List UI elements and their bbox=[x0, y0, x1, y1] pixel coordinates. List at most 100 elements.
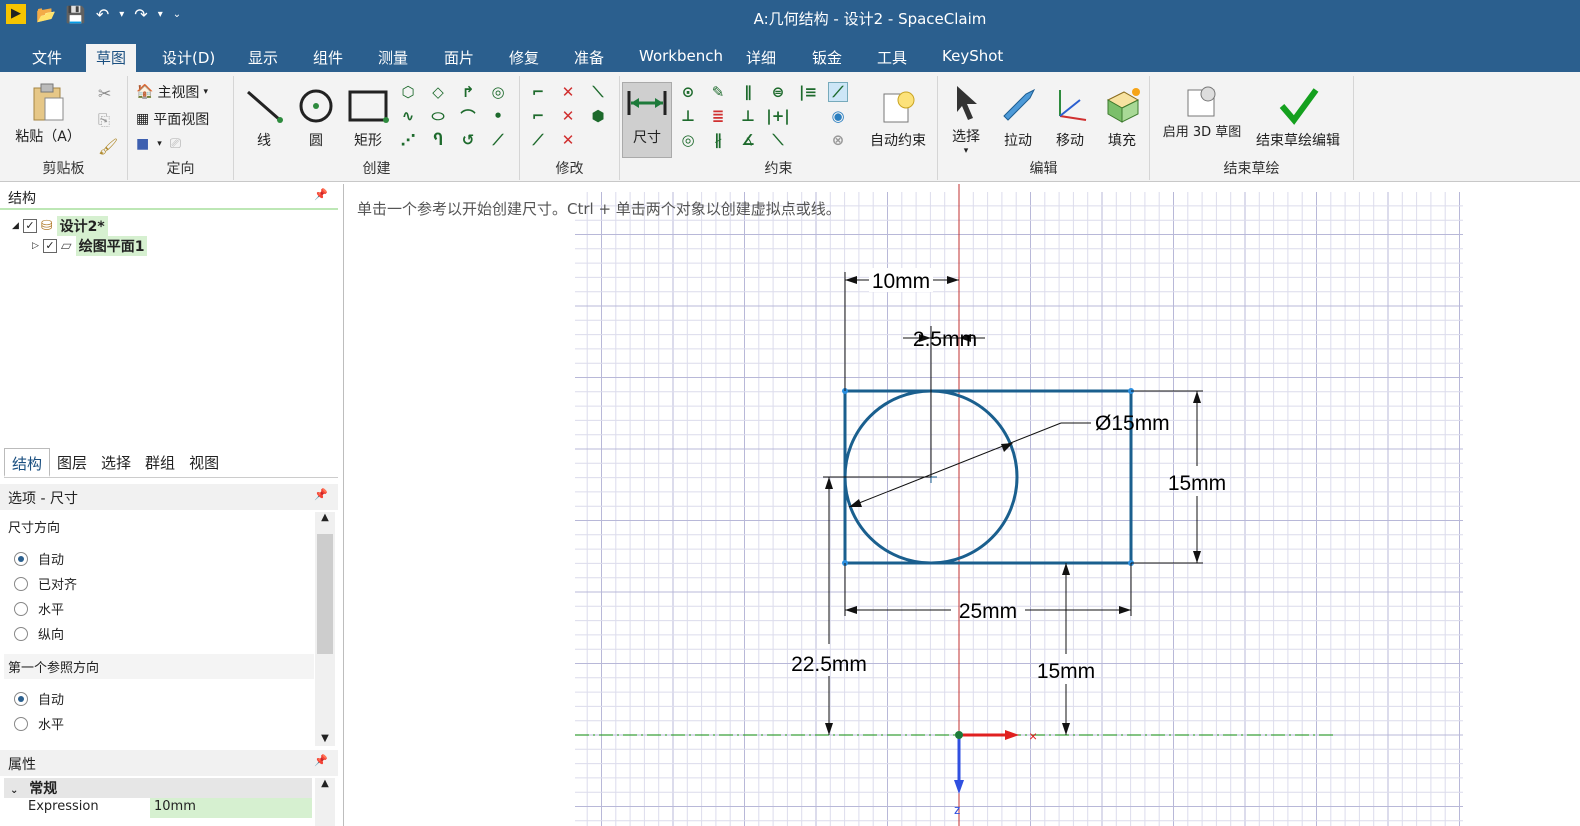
point-icon[interactable]: • bbox=[488, 106, 508, 126]
scroll-up-icon[interactable]: ▲ bbox=[315, 778, 335, 789]
dimension-tool-button[interactable]: 尺寸 bbox=[622, 82, 672, 158]
trim-icon[interactable]: ✕ bbox=[558, 82, 578, 102]
fill-tool-button[interactable]: 填充 bbox=[1100, 86, 1144, 150]
properties-scrollbar[interactable]: ▲ bbox=[315, 778, 335, 826]
panel-tab-3[interactable]: 群组 bbox=[138, 448, 182, 477]
dim-label-10mm[interactable]: 10mm bbox=[872, 270, 930, 293]
perpendicular-constraint-icon[interactable]: ⊥ bbox=[738, 106, 758, 126]
dim-label-22-5mm[interactable]: 22.5mm bbox=[791, 653, 867, 676]
midpoint-constraint-icon[interactable]: |+| bbox=[766, 106, 790, 126]
scroll-up-icon[interactable]: ▲ bbox=[315, 512, 335, 523]
angle-constraint-icon[interactable]: ∡ bbox=[738, 130, 758, 150]
radio-button[interactable] bbox=[14, 551, 28, 566]
scroll-down-icon[interactable]: ▼ bbox=[315, 733, 335, 744]
plan-view-button[interactable]: ▦ 平面视图 bbox=[136, 109, 209, 129]
radio-option[interactable]: 自动 bbox=[14, 689, 64, 708]
pin-icon[interactable]: 📌 bbox=[314, 188, 328, 201]
symmetric-constraint-icon[interactable]: |≡ bbox=[798, 82, 818, 102]
equal-constraint-icon[interactable]: ⊜ bbox=[768, 82, 788, 102]
sketch-canvas[interactable]: 单击一个参考以开始创建尺寸。Ctrl + 单击两个对象以创建虚拟点或线。 10m… bbox=[345, 184, 1580, 826]
move-tool-button[interactable]: 移动 bbox=[1048, 86, 1092, 150]
delete-constraint-icon[interactable]: ⊗ bbox=[828, 130, 848, 150]
bend-icon[interactable]: ⟋ bbox=[528, 130, 548, 150]
select-tool-button[interactable]: 选择 ▾ bbox=[944, 82, 988, 156]
corner-icon[interactable]: ⌐ bbox=[528, 106, 548, 126]
dim-label-height[interactable]: 15mm bbox=[1168, 472, 1226, 495]
offset-curve-icon[interactable]: ⟍ bbox=[588, 82, 608, 102]
create-from-face-icon[interactable]: ⟋ bbox=[488, 130, 508, 150]
tab-9[interactable]: Workbench bbox=[629, 44, 733, 72]
radio-button[interactable] bbox=[14, 626, 28, 641]
scroll-thumb[interactable] bbox=[317, 534, 333, 654]
snap-view-icon[interactable]: ⎚ bbox=[170, 136, 181, 152]
panel-tab-1[interactable]: 图层 bbox=[50, 448, 94, 477]
view-dropdown-icon[interactable]: ▾ bbox=[157, 139, 162, 149]
radio-button[interactable] bbox=[14, 691, 28, 706]
tab-13[interactable]: KeyShot bbox=[932, 44, 1013, 72]
tab-7[interactable]: 修复 bbox=[499, 44, 549, 72]
spline-icon[interactable]: ∿ bbox=[398, 106, 418, 126]
panel-tab-0[interactable]: 结构 bbox=[4, 448, 51, 477]
tree-collapse-icon[interactable]: ▷ bbox=[32, 241, 39, 251]
radio-button[interactable] bbox=[14, 601, 28, 616]
select-dropdown-icon[interactable]: ▾ bbox=[944, 146, 988, 156]
radio-button[interactable] bbox=[14, 576, 28, 591]
copy-icon[interactable]: ⎘ bbox=[98, 111, 118, 129]
format-painter-icon[interactable]: 🖌 bbox=[98, 137, 118, 156]
diagonal-constraint-icon[interactable]: ⟍ bbox=[768, 130, 788, 150]
face-curve-icon[interactable]: Ⴄ bbox=[428, 130, 448, 150]
collinear-constraint-icon[interactable]: ∦ bbox=[708, 130, 728, 150]
radio-option[interactable]: 水平 bbox=[14, 599, 64, 618]
properties-group-row[interactable]: ⌄ 常规 bbox=[4, 778, 312, 798]
view-cube-icon[interactable]: ■ bbox=[136, 136, 149, 152]
dim-label-width[interactable]: 25mm bbox=[959, 600, 1017, 623]
tab-1[interactable]: 草图 bbox=[86, 44, 137, 72]
expression-value-field[interactable]: 10mm bbox=[150, 798, 312, 818]
expression-row[interactable]: Expression 10mm bbox=[4, 798, 312, 818]
tree-expand-icon[interactable]: ◢ bbox=[12, 221, 19, 231]
pull-tool-button[interactable]: 拉动 bbox=[996, 86, 1040, 150]
tab-6[interactable]: 面片 bbox=[434, 44, 484, 72]
tab-0[interactable]: 文件 bbox=[22, 44, 72, 72]
tab-10[interactable]: 详细 bbox=[736, 44, 786, 72]
three-point-circle-icon[interactable]: ◎ bbox=[488, 82, 508, 102]
tree-row-plane[interactable]: ▷ ✓ ▱ 绘图平面1 bbox=[32, 236, 148, 256]
tab-4[interactable]: 组件 bbox=[303, 44, 353, 72]
fillet-icon[interactable]: ⌐ bbox=[528, 82, 548, 102]
sweep-arc-icon[interactable]: ⌒ bbox=[458, 106, 478, 126]
end-sketch-edit-button[interactable]: 结束草绘编辑 bbox=[1248, 86, 1348, 150]
concentric-constraint-icon[interactable]: ◎ bbox=[678, 130, 698, 150]
paste-button[interactable]: 粘贴（A） bbox=[8, 82, 88, 146]
auto-constrain-button[interactable]: 自动约束 bbox=[866, 86, 930, 150]
pin-icon[interactable]: 📌 bbox=[314, 754, 328, 767]
tree-row-design[interactable]: ◢ ✓ ⛁ 设计2* bbox=[12, 216, 108, 236]
radio-option[interactable]: 自动 bbox=[14, 549, 64, 568]
three-point-rect-icon[interactable]: ◇ bbox=[428, 82, 448, 102]
ellipse-icon[interactable]: ⬭ bbox=[428, 106, 448, 126]
visibility-checkbox[interactable]: ✓ bbox=[22, 219, 37, 233]
options-scrollbar[interactable]: ▲ ▼ bbox=[315, 512, 335, 746]
home-view-button[interactable]: 🏠 主视图 ▾ bbox=[136, 82, 208, 102]
circle-tool-button[interactable]: 圆 bbox=[296, 86, 336, 150]
project-icon[interactable]: ⬢ bbox=[588, 106, 608, 126]
coincident-constraint-icon[interactable]: ≣ bbox=[708, 106, 728, 126]
fix-constraint-icon[interactable]: ✎ bbox=[708, 82, 728, 102]
origin-point[interactable] bbox=[955, 731, 963, 739]
cut-icon[interactable]: ✂ bbox=[98, 84, 118, 103]
visibility-checkbox[interactable]: ✓ bbox=[42, 239, 57, 253]
radio-button[interactable] bbox=[14, 716, 28, 731]
line-tool-button[interactable]: 线 bbox=[244, 86, 284, 150]
dim-label-15mm-lower[interactable]: 15mm bbox=[1037, 660, 1095, 683]
tab-8[interactable]: 准备 bbox=[564, 44, 614, 72]
scale-icon[interactable]: ✕ bbox=[558, 130, 578, 150]
rectangle-tool-button[interactable]: 矩形 bbox=[346, 86, 390, 150]
group-collapse-icon[interactable]: ⌄ bbox=[10, 785, 18, 796]
panel-tab-4[interactable]: 视图 bbox=[182, 448, 226, 477]
panel-tab-2[interactable]: 选择 bbox=[94, 448, 138, 477]
tab-5[interactable]: 测量 bbox=[368, 44, 418, 72]
radio-option[interactable]: 水平 bbox=[14, 714, 64, 733]
pin-icon[interactable]: 📌 bbox=[314, 488, 328, 501]
tab-3[interactable]: 显示 bbox=[238, 44, 288, 72]
dim-label-2-5mm[interactable]: 2.5mm bbox=[913, 328, 977, 351]
enable-3d-sketch-button[interactable]: 启用 3D 草图 bbox=[1156, 82, 1248, 140]
